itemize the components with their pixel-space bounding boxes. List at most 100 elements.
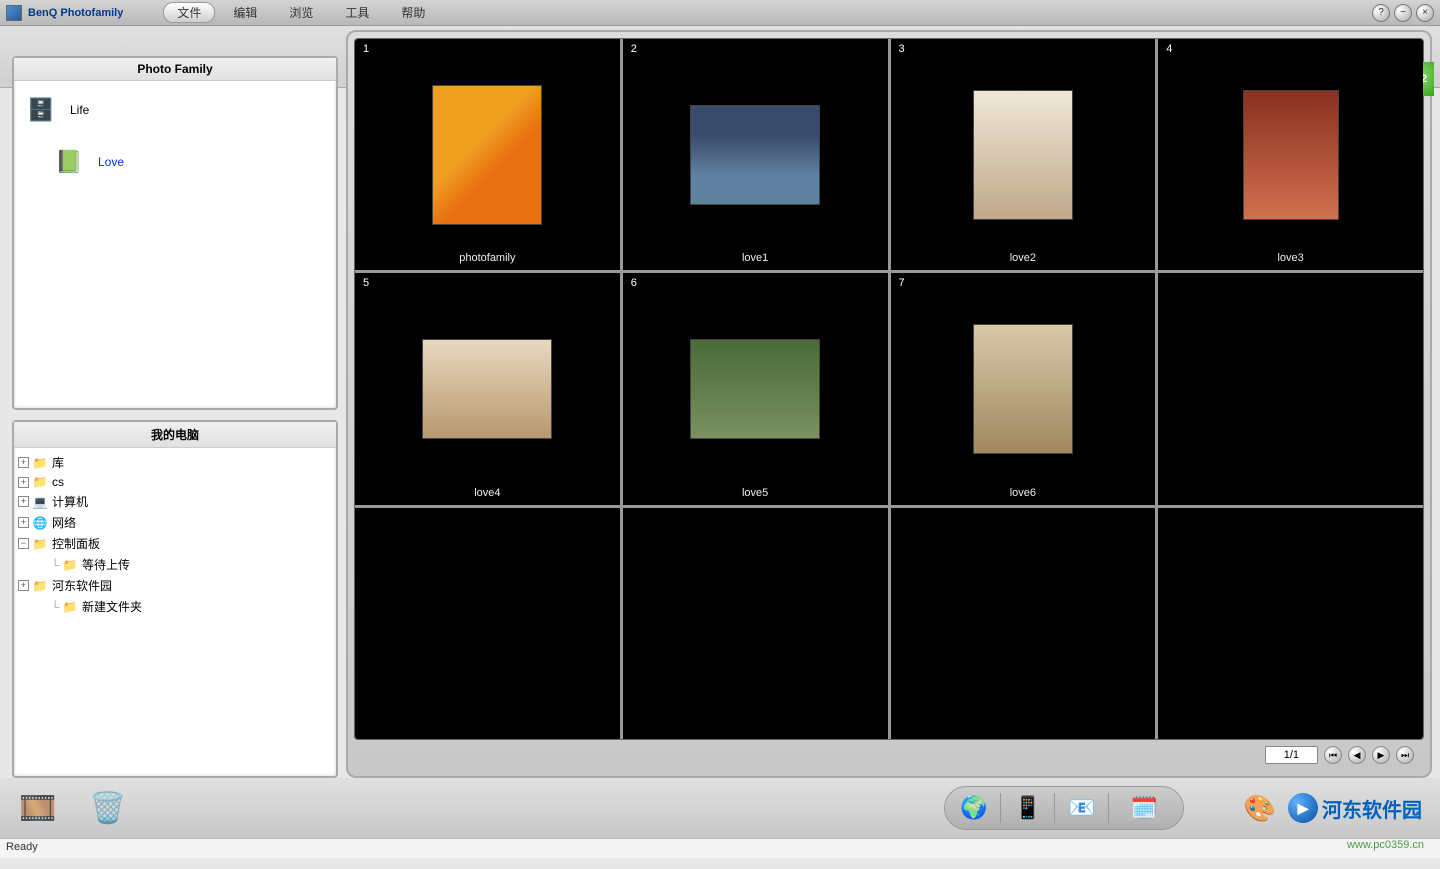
status-bar: Ready <box>0 838 1440 858</box>
minimize-button[interactable]: − <box>1394 4 1412 22</box>
app-title: BenQ Photofamily <box>28 7 123 19</box>
computer-panel: 我的电脑 +📁库 +📁cs +💻计算机 +🌐网络 −📁控制面板 └📁等待上传 +… <box>12 420 338 778</box>
expand-icon[interactable]: + <box>18 580 29 591</box>
thumb-image <box>422 339 552 439</box>
thumbnail-cell[interactable]: 3 love2 <box>891 39 1156 270</box>
page-prev-button[interactable]: ◀ <box>1348 746 1366 764</box>
thumb-number: 7 <box>899 277 905 289</box>
thumb-image <box>690 105 820 205</box>
menu-help[interactable]: 帮助 <box>387 2 439 23</box>
fs-label: 等待上传 <box>82 556 130 573</box>
thumbnail-grid: 1 photofamily 2 love1 3 love2 4 <box>354 38 1424 740</box>
fs-item[interactable]: +💻 计算机 <box>18 491 332 512</box>
thumbnail-cell[interactable]: 2 love1 <box>623 39 888 270</box>
cabinet-icon: 🗄️ <box>26 97 56 123</box>
fs-label: 河东软件园 <box>52 577 112 594</box>
folder-icon: 📁 <box>62 558 78 572</box>
menu-file[interactable]: 文件 <box>163 2 215 23</box>
close-button[interactable]: × <box>1416 4 1434 22</box>
thumbnail-cell[interactable]: 1 photofamily <box>355 39 620 270</box>
tree-item-label: Love <box>98 155 124 169</box>
left-column: Photo Family 🗄️ Life 📗 Love 我的电脑 +📁库 +📁c… <box>12 88 338 778</box>
web-icon[interactable]: 🌍 <box>965 793 1001 823</box>
thumbnail-cell-empty <box>623 508 888 739</box>
tree-root-life[interactable]: 🗄️ Life <box>26 93 324 127</box>
app-icon <box>6 5 22 21</box>
fs-label: 控制面板 <box>52 535 100 552</box>
folder-icon: 📁 <box>32 456 48 470</box>
fs-item[interactable]: +📁 河东软件园 <box>18 575 332 596</box>
fs-label: 计算机 <box>52 493 88 510</box>
album-tree: 🗄️ Life 📗 Love <box>14 81 336 191</box>
content-panel: 32 1 photofamily 2 love1 3 love2 <box>346 30 1432 778</box>
thumb-number: 4 <box>1166 43 1172 55</box>
window-controls: ? − × <box>1372 4 1434 22</box>
thumb-number: 3 <box>899 43 905 55</box>
thumb-caption: love1 <box>742 252 768 264</box>
page-next-button[interactable]: ▶ <box>1372 746 1390 764</box>
expand-icon[interactable]: + <box>18 457 29 468</box>
folder-icon: 📁 <box>32 579 48 593</box>
fs-item[interactable]: −📁 控制面板 <box>18 533 332 554</box>
page-last-button[interactable]: ⏭ <box>1396 746 1414 764</box>
grid-icon[interactable]: 🗓️ <box>1127 793 1163 823</box>
tree-line: └ <box>48 600 62 614</box>
fs-item[interactable]: +📁 cs <box>18 473 332 491</box>
tree-item-love[interactable]: 📗 Love <box>26 145 324 179</box>
thumb-caption: love2 <box>1010 252 1036 264</box>
folder-icon: 📁 <box>32 475 48 489</box>
menu-view[interactable]: 浏览 <box>275 2 327 23</box>
watermark-badge-icon: ▶ <box>1288 793 1318 823</box>
tree-line <box>34 559 45 570</box>
palette-icon[interactable]: 🎨 <box>1244 793 1276 824</box>
thumbnail-cell-empty <box>1158 508 1423 739</box>
menu-tools[interactable]: 工具 <box>331 2 383 23</box>
thumb-caption: love6 <box>1010 487 1036 499</box>
thumb-image <box>1243 90 1339 220</box>
thumb-image <box>432 85 542 225</box>
fs-label: 库 <box>52 454 64 471</box>
watermark: ▶ 河东软件园 <box>1288 793 1422 823</box>
computer-tree: +📁库 +📁cs +💻计算机 +🌐网络 −📁控制面板 └📁等待上传 +📁河东软件… <box>14 448 336 621</box>
watermark-url: www.pc0359.cn <box>1347 839 1424 851</box>
fs-item[interactable]: └📁 等待上传 <box>18 554 332 575</box>
album-panel: Photo Family 🗄️ Life 📗 Love <box>12 56 338 410</box>
thumb-image <box>690 339 820 439</box>
thumb-caption: love3 <box>1277 252 1303 264</box>
computer-icon: 💻 <box>32 495 48 509</box>
thumbnail-cell[interactable]: 4 love3 <box>1158 39 1423 270</box>
pager: 1/1 ⏮ ◀ ▶ ⏭ <box>354 740 1424 770</box>
thumbnail-cell[interactable]: 7 love6 <box>891 273 1156 504</box>
menu-edit[interactable]: 编辑 <box>219 2 271 23</box>
watermark-text: 河东软件园 <box>1322 794 1422 823</box>
expand-icon[interactable]: + <box>18 477 29 488</box>
publish-toolbar: 🌍 📱 📧 🗓️ <box>944 786 1184 830</box>
thumbnail-cell[interactable]: 5 love4 <box>355 273 620 504</box>
fs-label: 网络 <box>52 514 76 531</box>
network-icon: 🌐 <box>32 516 48 530</box>
main-menu: 文件 编辑 浏览 工具 帮助 <box>163 2 439 23</box>
thumbnail-cell-empty <box>355 508 620 739</box>
expand-icon[interactable]: − <box>18 538 29 549</box>
control-panel-icon: 📁 <box>32 537 48 551</box>
thumb-number: 6 <box>631 277 637 289</box>
fs-item[interactable]: +🌐 网络 <box>18 512 332 533</box>
page-first-button[interactable]: ⏮ <box>1324 746 1342 764</box>
film-roll-icon[interactable]: 🎞️ <box>18 788 58 828</box>
device-icon[interactable]: 📱 <box>1019 793 1055 823</box>
tree-line: └ <box>48 558 62 572</box>
trash-icon[interactable]: 🗑️ <box>88 788 128 828</box>
fs-item[interactable]: └📁 新建文件夹 <box>18 596 332 617</box>
help-button[interactable]: ? <box>1372 4 1390 22</box>
thumb-caption: love4 <box>474 487 500 499</box>
fs-item[interactable]: +📁 库 <box>18 452 332 473</box>
album-panel-title: Photo Family <box>14 58 336 81</box>
thumb-number: 5 <box>363 277 369 289</box>
thumbnail-cell[interactable]: 6 love5 <box>623 273 888 504</box>
expand-icon[interactable]: + <box>18 496 29 507</box>
fs-label: cs <box>52 475 64 489</box>
fs-label: 新建文件夹 <box>82 598 142 615</box>
folder-icon: 📁 <box>62 600 78 614</box>
mail-icon[interactable]: 📧 <box>1073 793 1109 823</box>
expand-icon[interactable]: + <box>18 517 29 528</box>
